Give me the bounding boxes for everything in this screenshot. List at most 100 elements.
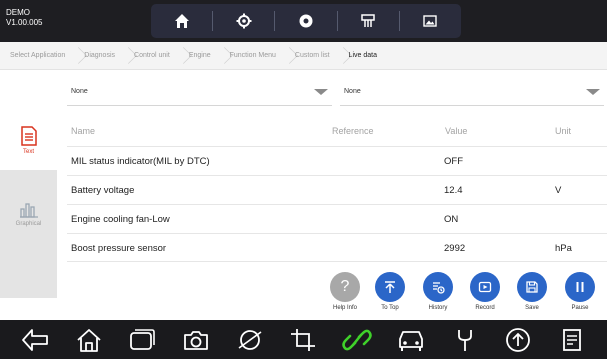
crumb-diagnosis[interactable]: Diagnosis <box>80 42 120 70</box>
row-value: ON <box>444 214 459 225</box>
back-button[interactable] <box>17 322 53 358</box>
dropdown-arrow-icon <box>314 89 328 95</box>
row-unit: V <box>555 185 562 196</box>
save-button[interactable]: Save <box>512 272 552 311</box>
row-unit: hPa <box>555 243 572 254</box>
record-dot-button[interactable] <box>275 4 336 38</box>
house-icon <box>76 328 101 352</box>
table-row[interactable]: MIL status indicator(MIL by DTC) OFF <box>67 146 607 175</box>
left-dropdown[interactable]: None <box>67 76 332 106</box>
crumb-function-menu[interactable]: Function Menu <box>226 42 281 70</box>
repair-button[interactable] <box>447 322 483 358</box>
top-bar: DEMO V1.00.005 <box>0 0 607 42</box>
tab-text[interactable]: Text <box>0 70 57 170</box>
system-nav-bar <box>0 320 607 359</box>
settings-icon <box>236 13 252 29</box>
row-name: Battery voltage <box>71 185 135 196</box>
record-dot-icon <box>299 14 313 28</box>
left-dropdown-value: None <box>71 88 88 95</box>
history-label: History <box>428 305 448 311</box>
record-icon <box>470 272 500 302</box>
pause-button[interactable]: Pause <box>560 272 600 311</box>
crumb-live-data: Live data <box>348 52 377 59</box>
recent-apps-button[interactable] <box>124 322 160 358</box>
android-home-button[interactable] <box>71 322 107 358</box>
text-document-icon <box>20 126 37 146</box>
right-dropdown[interactable]: None <box>340 76 604 106</box>
header-value: Value <box>445 126 468 136</box>
version-label: V1.00.005 <box>6 18 43 27</box>
tab-graphical-label: Graphical <box>15 221 42 227</box>
screenshot-button[interactable] <box>400 4 461 38</box>
save-icon <box>517 272 547 302</box>
chevron-right-icon <box>175 42 185 70</box>
settings-button[interactable] <box>213 4 274 38</box>
chevron-right-icon <box>70 42 80 70</box>
pause-icon <box>565 272 595 302</box>
screenshot-icon <box>423 15 438 27</box>
wrench-icon <box>457 329 472 351</box>
row-value: 12.4 <box>444 185 463 196</box>
chevron-right-icon <box>281 42 291 70</box>
row-name: Boost pressure sensor <box>71 243 167 254</box>
bar-chart-icon <box>19 203 38 218</box>
report-button[interactable] <box>554 322 590 358</box>
to-top-icon <box>375 272 405 302</box>
home-button[interactable] <box>151 4 212 38</box>
table-header: Name Reference Value Unit <box>57 114 607 146</box>
camera-icon <box>184 330 208 350</box>
help-info-label: Help Info <box>332 305 357 311</box>
right-dropdown-value: None <box>344 88 361 95</box>
version-info: DEMO V1.00.005 <box>6 8 42 28</box>
row-name: Engine cooling fan-Low <box>71 214 170 225</box>
record-button[interactable]: Record <box>465 272 505 311</box>
dropdown-arrow-icon <box>586 89 600 95</box>
tab-text-label: Text <box>22 149 34 155</box>
to-top-button[interactable]: To Top <box>370 272 410 311</box>
recent-apps-icon <box>130 328 156 350</box>
vehicle-button[interactable] <box>393 322 429 358</box>
up-arrow-icon <box>506 327 531 352</box>
header-name: Name <box>71 126 96 136</box>
link-icon <box>342 329 372 350</box>
vci-button[interactable] <box>338 4 399 38</box>
chevron-right-icon <box>120 42 130 70</box>
chevron-right-icon <box>335 42 345 70</box>
table-row[interactable]: Battery voltage 12.4 V <box>67 175 607 204</box>
history-icon <box>423 272 453 302</box>
header-reference: Reference <box>332 126 374 136</box>
pause-label: Pause <box>571 305 589 311</box>
record-label: Record <box>475 305 495 311</box>
row-name: MIL status indicator(MIL by DTC) <box>71 156 210 167</box>
remote-link-button[interactable] <box>339 322 375 358</box>
crop-button[interactable] <box>285 322 321 358</box>
demo-label: DEMO <box>6 8 30 17</box>
back-icon <box>21 328 48 351</box>
table-row[interactable]: Boost pressure sensor 2992 hPa <box>67 233 607 262</box>
header-unit: Unit <box>555 126 572 136</box>
help-icon: ? <box>330 272 360 302</box>
vci-icon <box>361 14 375 27</box>
up-arrow-button[interactable] <box>500 322 536 358</box>
crumb-custom-list[interactable]: Custom list <box>291 42 335 70</box>
view-mode-sidebar: Text Graphical <box>0 70 57 298</box>
crumb-select-application[interactable]: Select Application <box>6 42 70 70</box>
chevron-right-icon <box>216 42 226 70</box>
save-label: Save <box>525 305 539 311</box>
car-icon <box>398 330 423 351</box>
to-top-label: To Top <box>381 305 399 311</box>
row-value: OFF <box>444 156 463 167</box>
browser-icon <box>238 329 262 350</box>
history-button[interactable]: History <box>418 272 458 311</box>
browser-button[interactable] <box>232 322 268 358</box>
crumb-engine[interactable]: Engine <box>185 42 216 70</box>
top-nav <box>151 4 461 38</box>
home-icon <box>174 14 189 28</box>
crumb-control-unit[interactable]: Control unit <box>130 42 175 70</box>
report-icon <box>563 328 581 351</box>
row-value: 2992 <box>444 243 466 254</box>
breadcrumb: Select Application Diagnosis Control uni… <box>0 42 607 70</box>
camera-button[interactable] <box>178 322 214 358</box>
help-info-button[interactable]: ? Help Info <box>325 272 365 311</box>
table-row[interactable]: Engine cooling fan-Low ON <box>67 204 607 233</box>
